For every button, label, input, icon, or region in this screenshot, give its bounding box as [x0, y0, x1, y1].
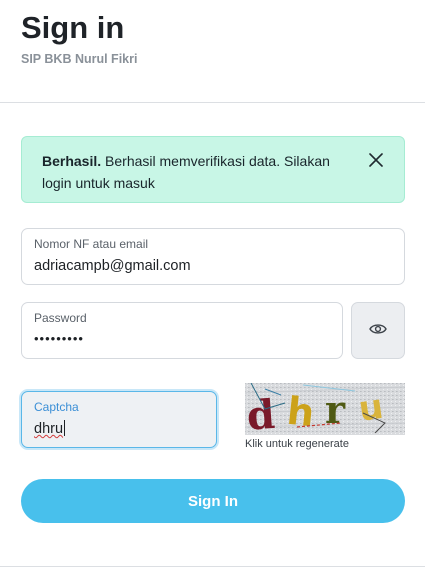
email-field[interactable]: Nomor NF atau email adriacampb@gmail.com: [21, 228, 405, 285]
header-divider: [0, 102, 425, 103]
captcha-field[interactable]: Captcha dhru: [21, 391, 217, 448]
captcha-label: Captcha: [34, 400, 79, 414]
success-alert: Berhasil. Berhasil memverifikasi data. S…: [21, 136, 405, 203]
captcha-input-value: dhru: [34, 421, 64, 437]
svg-text:h: h: [285, 389, 317, 435]
sign-in-button[interactable]: Sign In: [21, 479, 405, 523]
captcha-input[interactable]: dhru: [34, 420, 204, 438]
email-label: Nomor NF atau email: [34, 237, 149, 251]
svg-text:d: d: [245, 391, 276, 435]
page-title: Sign in: [21, 10, 125, 45]
email-input[interactable]: adriacampb@gmail.com: [34, 257, 392, 275]
alert-strong-text: Berhasil.: [42, 153, 102, 169]
toggle-password-button[interactable]: [351, 302, 405, 359]
text-caret: [64, 420, 66, 436]
password-input[interactable]: •••••••••: [34, 330, 330, 348]
password-field[interactable]: Password •••••••••: [21, 302, 343, 359]
page-subtitle: SIP BKB Nurul Fikri: [21, 52, 138, 66]
captcha-hint: Klik untuk regenerate: [245, 438, 349, 450]
page-header: Sign in SIP BKB Nurul Fikri: [21, 10, 137, 66]
close-icon[interactable]: [368, 152, 384, 168]
footer-divider: [0, 566, 425, 567]
password-label: Password: [34, 311, 87, 325]
svg-text:r: r: [325, 387, 346, 432]
sign-in-page: Sign in SIP BKB Nurul Fikri Berhasil. Be…: [0, 0, 425, 579]
eye-icon: [369, 322, 387, 340]
captcha-image[interactable]: d h r u: [244, 382, 406, 440]
